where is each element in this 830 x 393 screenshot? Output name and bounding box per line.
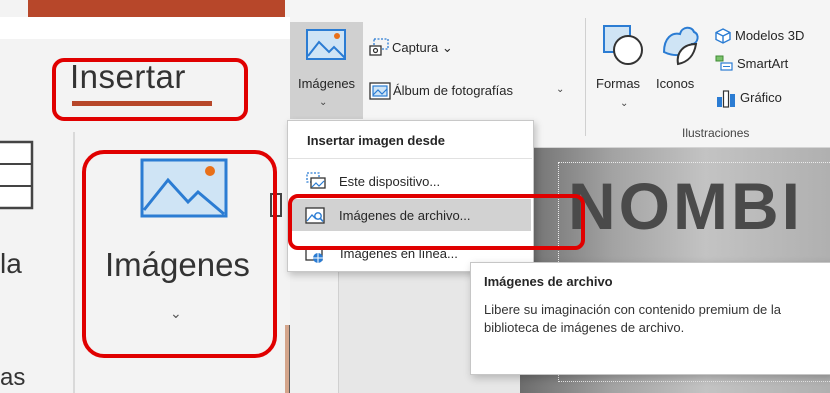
menu-separator [288,158,532,159]
album-button[interactable]: Álbum de fotografías [393,83,513,98]
table-icon [0,140,34,210]
tooltip-title: Imágenes de archivo [484,274,613,289]
device-folder-icon [306,172,326,189]
zoomed-partial-label: la [0,248,22,279]
smartart-button[interactable]: SmartArt [737,56,788,71]
menu-header: Insertar imagen desde [307,133,445,148]
formas-button[interactable]: Formas [596,76,640,91]
smartart-icon [715,55,733,71]
captura-button[interactable]: Captura ⌄ [392,40,453,56]
highlight-box [288,194,585,250]
menu-item-este-dispositivo[interactable]: Este dispositivo... [339,174,440,189]
chevron-down-icon: ⌄ [319,97,328,108]
group-divider [585,18,586,136]
photo-album-icon [369,82,391,100]
highlight-box [52,58,248,121]
grafico-button[interactable]: Gráfico [740,90,782,105]
iconos-button[interactable]: Iconos [656,76,694,91]
picture-icon [306,29,346,60]
tooltip-description: Libere su imaginación con contenido prem… [484,302,782,335]
shapes-icon [603,25,643,65]
group-label: Ilustraciones [682,126,750,140]
imagenes-button-label: Imágenes [297,76,356,91]
captura-label: Captura [392,40,439,55]
modelos-3d-button[interactable]: Modelos 3D [735,28,804,43]
highlight-box [82,150,277,358]
chevron-down-icon[interactable]: ⌄ [556,84,564,95]
screenshot-icon [369,38,389,56]
zoomed-partial-label: as [0,364,26,391]
cube-icon [715,28,731,44]
group-divider [73,132,75,393]
chevron-down-icon[interactable]: ⌄ [620,98,628,109]
slide-title-text: NOMBI [568,169,803,243]
icons-icon [662,26,699,66]
chart-icon [717,90,735,108]
zoomed-tab-strip [0,17,290,39]
title-bar-accent [28,0,285,17]
